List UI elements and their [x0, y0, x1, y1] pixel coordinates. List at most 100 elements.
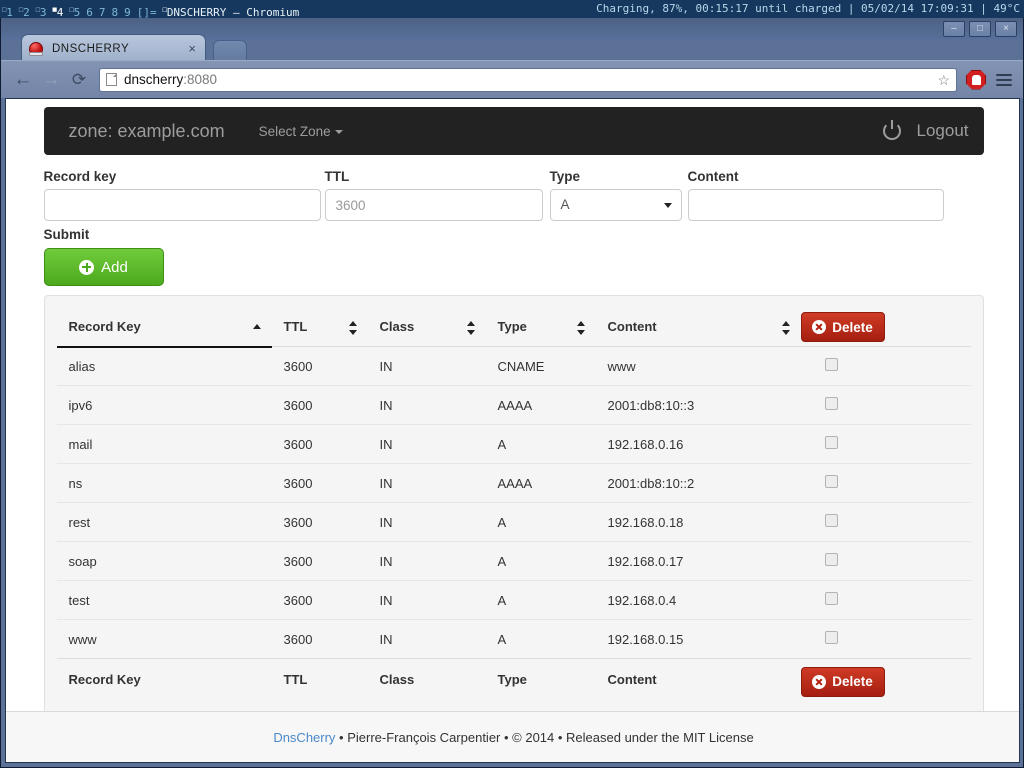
record-key-cell: test — [57, 581, 272, 620]
page-footer: DnsCherry • Pierre-François Carpentier •… — [6, 711, 1020, 762]
record-key-input[interactable] — [44, 189, 321, 221]
workspace-1[interactable]: □1 — [2, 6, 13, 18]
back-icon[interactable]: ← — [9, 69, 37, 91]
content-cell: 192.168.0.16 — [596, 425, 801, 464]
row-select-checkbox[interactable] — [825, 514, 838, 527]
ttl-cell: 3600 — [272, 581, 368, 620]
table-row: ns3600INAAAA2001:db8:10::2 — [57, 464, 971, 503]
type-cell: AAAA — [486, 386, 596, 425]
delete-button-label: Delete — [832, 674, 873, 689]
type-select[interactable]: A — [550, 189, 682, 221]
select-zone-dropdown[interactable]: Select Zone — [259, 124, 343, 139]
workspace-8[interactable]: 8 — [111, 6, 118, 18]
class-cell: IN — [368, 503, 486, 542]
column-header-ttl[interactable]: TTL — [272, 308, 368, 347]
ttl-input[interactable] — [325, 189, 543, 221]
type-label: Type — [550, 169, 682, 184]
footer-ttl: TTL — [272, 659, 368, 699]
row-select-checkbox[interactable] — [825, 553, 838, 566]
row-select-checkbox[interactable] — [825, 475, 838, 488]
row-select-cell — [801, 425, 971, 464]
content-cell: 192.168.0.17 — [596, 542, 801, 581]
page-document-icon — [106, 73, 117, 86]
dnscherry-link[interactable]: DnsCherry — [273, 730, 335, 745]
column-header-content[interactable]: Content — [596, 308, 801, 347]
content-cell: 192.168.0.4 — [596, 581, 801, 620]
logout-button[interactable]: Logout — [917, 121, 969, 141]
footer-type: Type — [486, 659, 596, 699]
power-icon[interactable] — [883, 122, 901, 140]
type-cell: A — [486, 425, 596, 464]
tab-title: DNSCHERRY — [52, 43, 185, 55]
workspace-5[interactable]: □5 — [69, 6, 80, 18]
bookmark-star-icon[interactable]: ☆ — [937, 72, 950, 89]
row-select-checkbox[interactable] — [825, 358, 838, 371]
record-key-cell: mail — [57, 425, 272, 464]
footer-delete-cell: Delete — [801, 659, 971, 699]
tab-close-icon[interactable]: × — [185, 41, 199, 56]
footer-text: DnsCherry • Pierre-François Carpentier •… — [273, 730, 753, 745]
delete-button-label: Delete — [832, 320, 873, 335]
browser-toolbar: ← → ⟳ dnscherry:8080 ☆ — [1, 60, 1023, 98]
reload-icon[interactable]: ⟳ — [65, 70, 93, 90]
adblock-icon[interactable] — [965, 69, 987, 91]
content-input[interactable] — [688, 189, 944, 221]
type-cell: CNAME — [486, 347, 596, 386]
add-button[interactable]: Add — [44, 248, 164, 286]
row-select-checkbox[interactable] — [825, 631, 838, 644]
wm-status-right: Charging, 87%, 00:15:17 until charged | … — [596, 0, 1020, 18]
dnscherry-favicon-icon — [28, 41, 44, 57]
browser-menu-icon[interactable] — [993, 71, 1015, 89]
ttl-cell: 3600 — [272, 464, 368, 503]
type-cell: A — [486, 581, 596, 620]
content-label: Content — [688, 169, 944, 184]
browser-tab-dnscherry[interactable]: DNSCHERRY × — [21, 34, 206, 62]
column-header-class[interactable]: Class — [368, 308, 486, 347]
content-cell: 2001:db8:10::3 — [596, 386, 801, 425]
zone-brand-label: zone: example.com — [59, 121, 235, 142]
table-row: rest3600INA192.168.0.18 — [57, 503, 971, 542]
sort-icon — [349, 321, 358, 335]
column-header-type[interactable]: Type — [486, 308, 596, 347]
ttl-cell: 3600 — [272, 542, 368, 581]
row-select-checkbox[interactable] — [825, 436, 838, 449]
type-select-value: A — [561, 197, 570, 212]
workspace-7[interactable]: 7 — [99, 6, 106, 18]
table-row: alias3600INCNAMEwww — [57, 347, 971, 386]
tab-strip: DNSCHERRY × — [1, 32, 1023, 62]
dnscherry-page: zone: example.com Select Zone Logout Rec… — [6, 99, 1020, 711]
workspace-6[interactable]: 6 — [86, 6, 93, 18]
ttl-cell: 3600 — [272, 503, 368, 542]
records-table-head: Record Key TTL Class — [57, 308, 971, 347]
column-header-record-key[interactable]: Record Key — [57, 308, 272, 347]
chevron-down-icon — [664, 203, 672, 208]
workspace-3[interactable]: □3 — [36, 6, 47, 18]
wm-window-title: □DNSCHERRY – Chromium — [163, 6, 300, 18]
row-select-cell — [801, 503, 971, 542]
type-field-group: Type A — [550, 169, 682, 221]
submit-label: Submit — [44, 227, 164, 242]
sort-icon — [577, 321, 586, 335]
type-cell: AAAA — [486, 464, 596, 503]
delete-circle-icon — [812, 320, 826, 334]
ttl-cell: 3600 — [272, 347, 368, 386]
footer-content: Content — [596, 659, 801, 699]
navbar-right-group: Logout — [883, 121, 969, 141]
row-select-checkbox[interactable] — [825, 592, 838, 605]
delete-button-top[interactable]: Delete — [801, 312, 885, 342]
workspace-2[interactable]: □2 — [19, 6, 30, 18]
address-bar[interactable]: dnscherry:8080 ☆ — [99, 68, 957, 92]
records-table: Record Key TTL Class — [57, 308, 971, 698]
new-tab-button[interactable] — [213, 40, 247, 62]
workspace-4[interactable]: ■4 — [53, 6, 64, 18]
delete-button-bottom[interactable]: Delete — [801, 667, 885, 697]
row-select-checkbox[interactable] — [825, 397, 838, 410]
class-cell: IN — [368, 386, 486, 425]
layout-indicator[interactable]: []= — [137, 6, 157, 18]
record-key-cell: ipv6 — [57, 386, 272, 425]
chevron-down-icon — [335, 130, 343, 134]
forward-icon[interactable]: → — [37, 69, 65, 91]
content-cell: www — [596, 347, 801, 386]
workspace-9[interactable]: 9 — [124, 6, 131, 18]
delete-circle-icon — [812, 675, 826, 689]
